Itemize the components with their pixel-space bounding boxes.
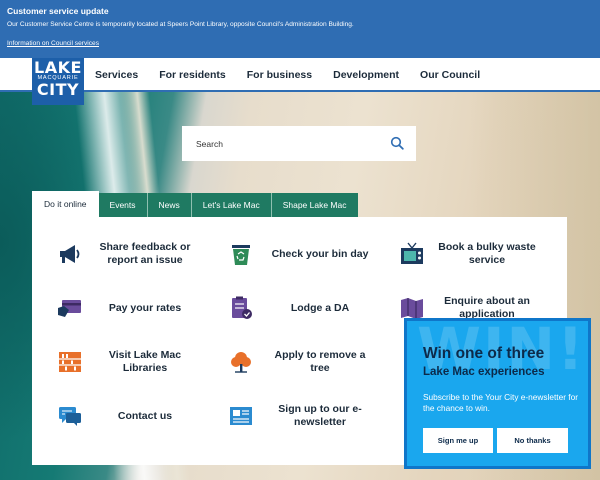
nav-for-residents[interactable]: For residents — [159, 69, 226, 81]
tile-share-feedback[interactable]: Share feedback or report an issue — [56, 240, 206, 268]
tile-label: Share feedback or report an issue — [99, 241, 191, 266]
books-icon — [59, 352, 81, 372]
tab-do-it-online[interactable]: Do it online — [32, 191, 99, 217]
no-thanks-button[interactable]: No thanks — [497, 428, 568, 453]
alert-text: Our Customer Service Centre is temporari… — [7, 21, 354, 28]
tile-contact-us[interactable]: Contact us — [56, 402, 206, 430]
credit-card-icon — [58, 300, 81, 317]
tile-newsletter[interactable]: Sign up to our e-newsletter — [227, 402, 377, 430]
nav-services[interactable]: Services — [95, 69, 138, 81]
lake-macquarie-logo[interactable]: LAKE MACQUARIE CITY — [32, 58, 84, 105]
logo-line-3: CITY — [36, 80, 80, 99]
tile-label: Sign up to our e-newsletter — [278, 403, 362, 428]
popup-subtitle: Lake Mac experiences — [423, 366, 545, 378]
tab-events[interactable]: Events — [98, 193, 148, 217]
newspaper-icon — [230, 407, 252, 425]
tile-label: Apply to remove a tree — [274, 349, 366, 374]
search-box — [182, 126, 416, 161]
popup-body: Subscribe to the Your City e-newsletter … — [423, 392, 578, 413]
content-tabs: Do it online Events News Let's Lake Mac … — [32, 191, 358, 217]
nav-development[interactable]: Development — [333, 69, 399, 81]
tree-icon — [231, 352, 251, 373]
tv-icon — [401, 242, 423, 264]
nav-for-business[interactable]: For business — [247, 69, 312, 81]
tile-label: Pay your rates — [108, 301, 182, 314]
alert-banner: Customer service update Our Customer Ser… — [0, 0, 600, 58]
tile-remove-tree[interactable]: Apply to remove a tree — [227, 348, 377, 376]
tab-lets-lake-mac[interactable]: Let's Lake Mac — [191, 193, 272, 217]
newsletter-popup: WIN! Win one of three Lake Mac experienc… — [404, 318, 591, 469]
logo-line-1: LAKE — [34, 58, 82, 77]
tile-label: Lodge a DA — [290, 301, 350, 314]
tile-visit-libraries[interactable]: Visit Lake Mac Libraries — [56, 348, 206, 376]
search-input[interactable] — [196, 138, 376, 149]
clipboard-check-icon — [232, 296, 252, 319]
main-nav: Services For residents For business Deve… — [95, 58, 501, 92]
tile-label: Visit Lake Mac Libraries — [108, 349, 182, 374]
megaphone-icon — [60, 245, 80, 263]
tile-label: Check your bin day — [271, 247, 369, 260]
search-icon[interactable] — [390, 136, 404, 150]
nav-our-council[interactable]: Our Council — [420, 69, 480, 81]
tile-bulky-waste[interactable]: Book a bulky waste service — [398, 240, 548, 268]
site-header: LAKE MACQUARIE CITY Services For residen… — [0, 58, 600, 105]
tile-check-bin-day[interactable]: Check your bin day — [227, 240, 377, 268]
recycle-bin-icon — [232, 245, 250, 265]
tile-label: Contact us — [117, 409, 173, 422]
sign-me-up-button[interactable]: Sign me up — [423, 428, 493, 453]
chat-icon — [59, 407, 81, 426]
tab-shape-lake-mac[interactable]: Shape Lake Mac — [271, 193, 358, 217]
council-services-link[interactable]: Information on Council services — [7, 40, 99, 47]
tile-label: Book a bulky waste service — [438, 241, 536, 266]
tab-news[interactable]: News — [147, 193, 192, 217]
tile-pay-rates[interactable]: Pay your rates — [56, 294, 206, 322]
popup-title: Win one of three — [423, 345, 545, 362]
alert-title: Customer service update — [7, 6, 109, 16]
tile-lodge-da[interactable]: Lodge a DA — [227, 294, 377, 322]
